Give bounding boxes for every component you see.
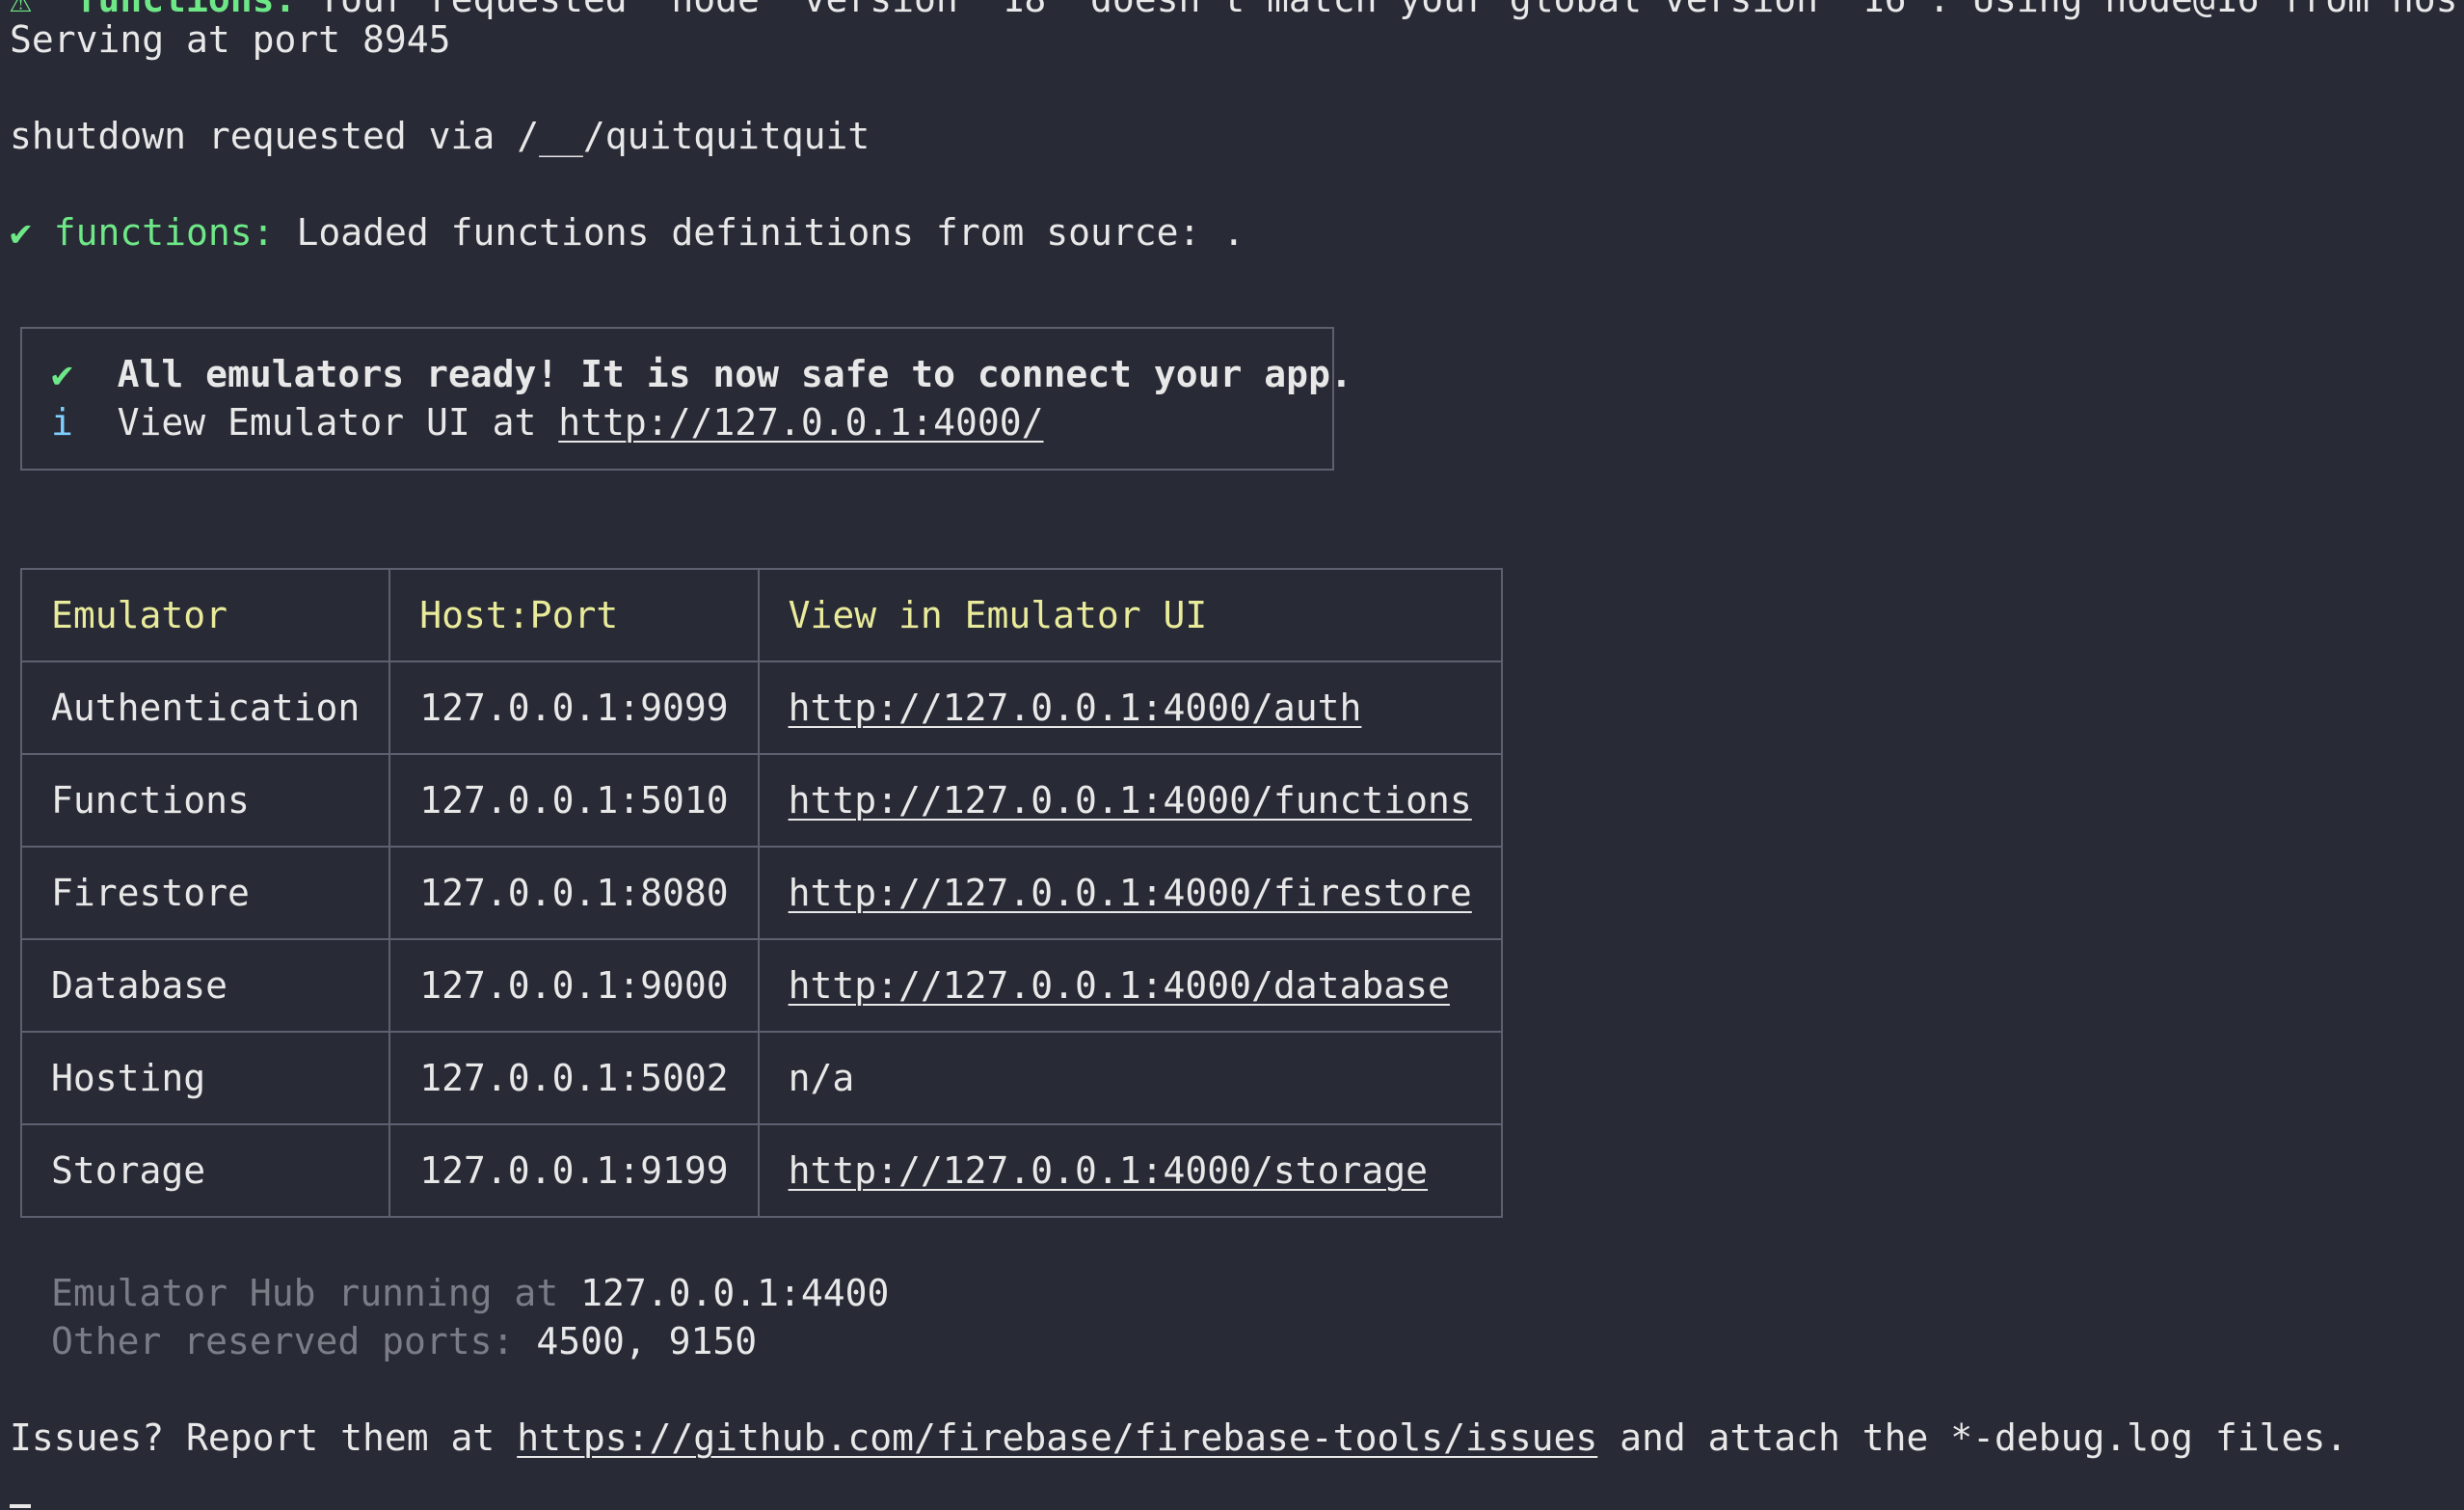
emulator-name: Storage [19, 1123, 391, 1218]
emulator-ui-link[interactable]: http://127.0.0.1:4000/auth [789, 687, 1362, 729]
emulator-host: 127.0.0.1:5010 [388, 753, 760, 848]
terminal-window[interactable]: { "top_line": { "prefix": "\u26a0 functi… [0, 0, 2464, 1510]
warning-text: Your requested "node" version "18" doesn… [296, 0, 2464, 20]
issues-prefix: Issues? Report them at [10, 1416, 518, 1459]
emulator-ui-link[interactable]: http://127.0.0.1:4000/storage [789, 1149, 1428, 1192]
serving-line: Serving at port 8945 [10, 18, 451, 61]
info-icon: i [51, 401, 73, 444]
table-row: Storage 127.0.0.1:9199 http://127.0.0.1:… [19, 1123, 1503, 1218]
emulator-table: Emulator Host:Port View in Emulator UI A… [19, 568, 1503, 1218]
header-view-ui: View in Emulator UI [757, 568, 1503, 662]
table-row: Functions 127.0.0.1:5010 http://127.0.0.… [19, 753, 1503, 848]
emulator-name: Hosting [19, 1031, 391, 1125]
hub-value: 127.0.0.1:4400 [580, 1272, 890, 1314]
emulator-ui-link[interactable]: http://127.0.0.1:4000/database [789, 964, 1450, 1007]
emulator-ui-link[interactable]: http://127.0.0.1:4000/functions [789, 779, 1472, 822]
header-emulator: Emulator [19, 568, 391, 662]
table-row: Firestore 127.0.0.1:8080 http://127.0.0.… [19, 846, 1503, 940]
view-ui-row: i View Emulator UI at http://127.0.0.1:4… [51, 398, 1044, 446]
view-ui-text: View Emulator UI at [117, 401, 559, 444]
emulator-host: 127.0.0.1:8080 [388, 846, 760, 940]
table-row: Database 127.0.0.1:9000 http://127.0.0.1… [19, 938, 1503, 1033]
shutdown-line: shutdown requested via /__/quitquitquit [10, 115, 870, 157]
emulator-host: 127.0.0.1:5002 [388, 1031, 760, 1125]
issues-suffix: and attach the *-debug.log files. [1597, 1416, 2348, 1459]
emulator-ui-link[interactable]: http://127.0.0.1:4000/ [558, 401, 1043, 444]
emulator-host: 127.0.0.1:9099 [388, 661, 760, 755]
check-icon: ✔ [10, 211, 32, 254]
functions-label: functions: [53, 211, 275, 254]
emulators-ready-box: ✔ All emulators ready! It is now safe to… [20, 327, 1353, 471]
emulator-ui-na: n/a [757, 1031, 1503, 1125]
check-icon: ✔ [51, 353, 73, 395]
emulator-name: Functions [19, 753, 391, 848]
terminal-cursor [10, 1504, 31, 1508]
functions-loaded-line: ✔ functions: Loaded functions definition… [10, 208, 1245, 256]
table-row: Authentication 127.0.0.1:9099 http://127… [19, 661, 1503, 755]
emulator-name: Authentication [19, 661, 391, 755]
issues-link[interactable]: https://github.com/firebase/firebase-too… [517, 1416, 1597, 1459]
reserved-label: Other reserved ports: [51, 1320, 537, 1362]
hub-label: Emulator Hub running at [51, 1272, 581, 1314]
reserved-ports-line: Other reserved ports: 4500, 9150 [51, 1317, 757, 1365]
issues-line: Issues? Report them at https://github.co… [10, 1414, 2347, 1462]
emulator-name: Database [19, 938, 391, 1033]
hub-line: Emulator Hub running at 127.0.0.1:4400 [51, 1269, 889, 1317]
reserved-value: 4500, 9150 [536, 1320, 758, 1362]
table-row: Hosting 127.0.0.1:5002 n/a [19, 1031, 1503, 1125]
header-host-port: Host:Port [388, 568, 760, 662]
emulator-host: 127.0.0.1:9199 [388, 1123, 760, 1218]
ready-row: ✔ All emulators ready! It is now safe to… [51, 350, 1353, 398]
emulator-ui-link[interactable]: http://127.0.0.1:4000/firestore [789, 872, 1472, 914]
emulator-host: 127.0.0.1:9000 [388, 938, 760, 1033]
ready-text: All emulators ready! It is now safe to c… [117, 353, 1353, 395]
table-header-row: Emulator Host:Port View in Emulator UI [19, 568, 1503, 662]
emulator-name: Firestore [19, 846, 391, 940]
functions-loaded-text: Loaded functions definitions from source… [274, 211, 1245, 254]
